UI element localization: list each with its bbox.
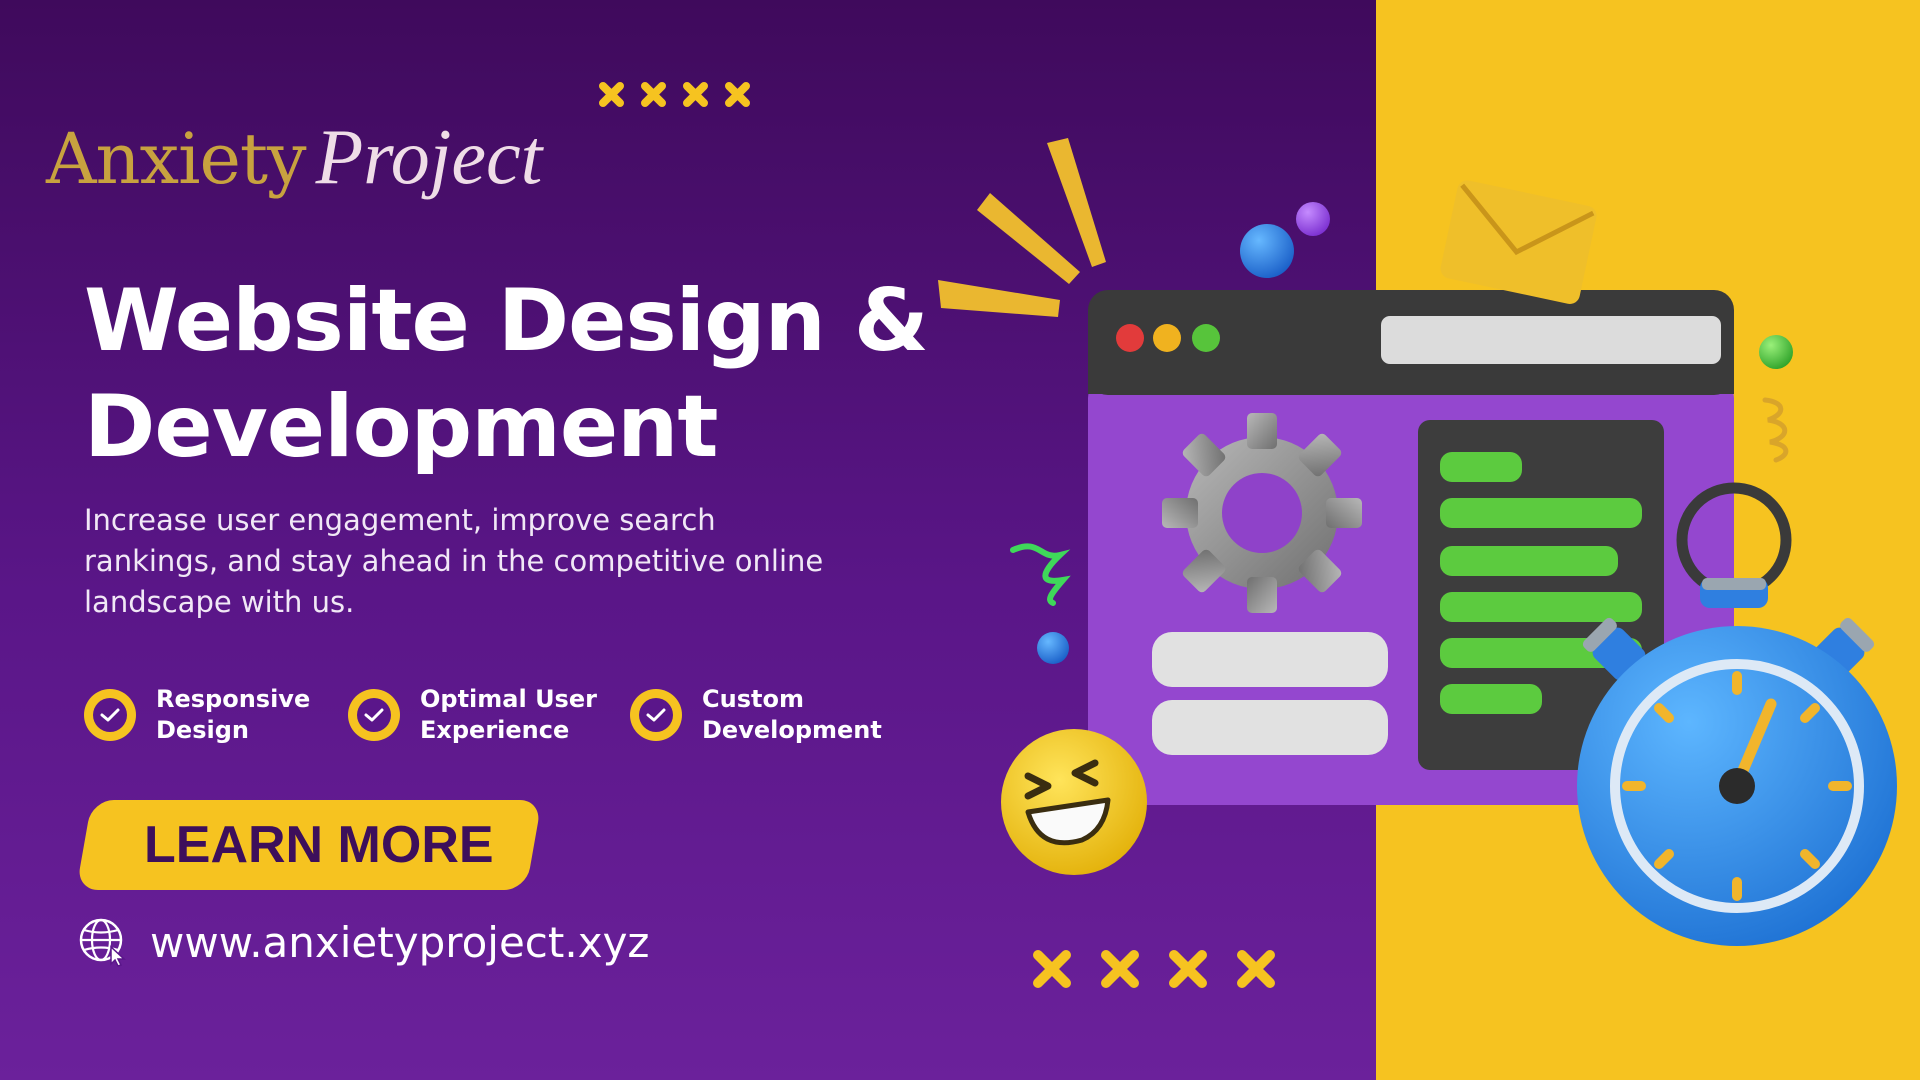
envelope-icon xyxy=(1440,180,1597,304)
gear-icon xyxy=(1162,413,1362,613)
small-blue-ball xyxy=(1037,632,1069,664)
address-bar xyxy=(1381,316,1721,364)
placeholder-bar xyxy=(1152,700,1388,755)
burst-lines xyxy=(938,138,1106,317)
illustration xyxy=(599,82,1897,988)
laughing-emoji-icon xyxy=(1001,729,1147,875)
green-ball xyxy=(1759,335,1793,369)
window-minimize-dot xyxy=(1153,324,1181,352)
cross-marks-bottom xyxy=(1033,950,1275,988)
window-close-dot xyxy=(1116,324,1144,352)
window-maximize-dot xyxy=(1192,324,1220,352)
green-squiggle xyxy=(1010,543,1071,606)
blue-ball xyxy=(1240,224,1294,278)
cross-marks-top xyxy=(599,82,750,107)
placeholder-bar xyxy=(1152,632,1388,687)
gold-squiggle xyxy=(1762,397,1789,463)
violet-ball xyxy=(1296,202,1330,236)
